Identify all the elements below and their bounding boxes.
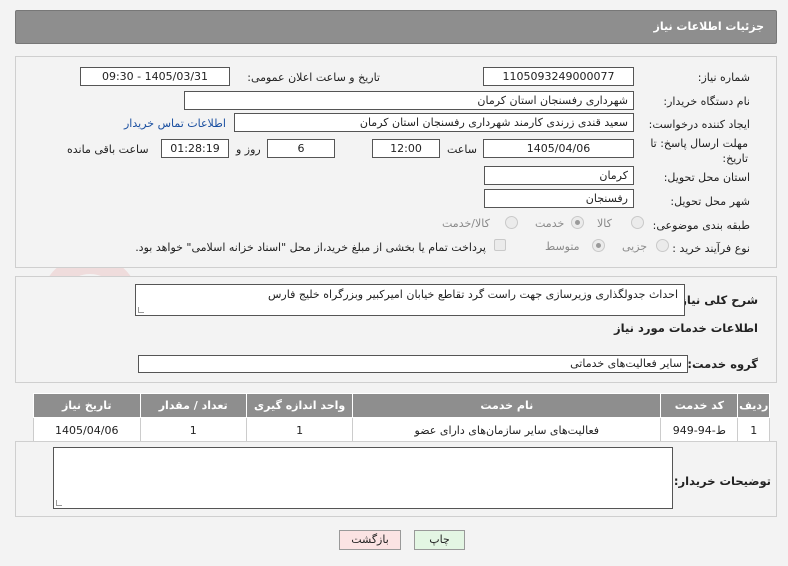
need-number-label: شماره نیاز: <box>697 71 750 84</box>
deadline-date-field: 1405/04/06 <box>483 139 634 158</box>
need-info-panel <box>15 56 777 268</box>
cell-service-name: فعالیت‌های سایر سازمان‌های دارای عضو <box>352 417 662 444</box>
services-section-title: اطلاعات خدمات مورد نیاز <box>614 321 758 335</box>
treasury-payment-note: پرداخت تمام یا بخشی از مبلغ خرید،از محل … <box>135 241 486 254</box>
category-radio-service[interactable] <box>571 216 584 229</box>
deadline-time-label: ساعت <box>447 143 477 156</box>
remaining-days-label: روز و <box>236 143 261 156</box>
city-label: شهر محل تحویل: <box>670 195 750 208</box>
col-unit: واحد اندازه گیری <box>245 393 354 418</box>
service-group-field: سایر فعالیت‌های خدماتی <box>138 355 688 373</box>
deadline-time-field: 12:00 <box>372 139 440 158</box>
cell-need-date: 1405/04/06 <box>33 417 141 444</box>
col-need-date: تاریخ نیاز <box>33 393 141 418</box>
creator-field: سعید قندی زرندی کارمند شهرداری رفسنجان ا… <box>234 113 634 132</box>
print-button[interactable]: چاپ <box>414 530 465 550</box>
col-service-name: نام خدمت <box>352 393 662 418</box>
buyer-notes-label: توضیحات خریدار: <box>673 474 771 488</box>
category-radio-goods[interactable] <box>631 216 644 229</box>
back-button[interactable]: بازگشت <box>339 530 401 550</box>
table-row: 1 ط-94-949 فعالیت‌های سایر سازمان‌های دا… <box>33 417 770 444</box>
page-title: جزئیات اطلاعات نیاز <box>653 20 765 33</box>
remaining-time-field: 01:28:19 <box>161 139 229 158</box>
deadline-date-label: تاریخ: <box>722 152 748 165</box>
creator-label: ایجاد کننده درخواست: <box>648 118 750 131</box>
cell-quantity: 1 <box>139 417 247 444</box>
deadline-label: مهلت ارسال پاسخ: تا <box>650 137 748 150</box>
announce-datetime-field: 1405/03/31 - 09:30 <box>80 67 230 86</box>
city-field: رفسنجان <box>484 189 634 208</box>
need-number-field: 1105093249000077 <box>483 67 634 86</box>
announce-datetime-label: تاریخ و ساعت اعلان عمومی: <box>247 71 380 84</box>
category-option-service: خدمت <box>535 217 565 230</box>
remaining-time-label: ساعت باقی مانده <box>67 143 149 156</box>
category-option-goods-service: کالا/خدمت <box>442 217 490 230</box>
buyer-contact-link[interactable]: اطلاعات تماس خریدار <box>124 117 226 130</box>
page-header: جزئیات اطلاعات نیاز <box>15 10 777 44</box>
table-header-row: ردیف کد خدمت نام خدمت واحد اندازه گیری ت… <box>33 393 770 418</box>
service-group-label: گروه خدمت: <box>687 357 758 371</box>
cell-unit: 1 <box>245 417 354 444</box>
description-label: شرح کلی نیاز: <box>675 293 758 307</box>
description-text: احداث جدولگذاری وزیرسازی جهت راست گرد تق… <box>268 288 678 301</box>
category-option-goods: کالا <box>597 217 612 230</box>
process-type-label: نوع فرآیند خرید : <box>672 242 750 255</box>
treasury-payment-checkbox[interactable] <box>494 239 506 251</box>
buyer-org-field: شهرداری رفسنجان استان کرمان <box>184 91 634 110</box>
province-label: استان محل تحویل: <box>663 171 750 184</box>
process-radio-minor[interactable] <box>656 239 669 252</box>
category-radio-goods-service[interactable] <box>505 216 518 229</box>
col-quantity: تعداد / مقدار <box>139 393 247 418</box>
cell-row-number: 1 <box>737 417 770 444</box>
category-label: طبقه بندی موضوعی: <box>652 219 750 232</box>
province-field: کرمان <box>484 166 634 185</box>
process-option-medium: متوسط <box>545 240 580 253</box>
cell-service-code: ط-94-949 <box>660 417 739 444</box>
remaining-days-field: 6 <box>267 139 335 158</box>
col-service-code: کد خدمت <box>660 393 739 418</box>
buyer-notes-textarea[interactable] <box>53 447 673 509</box>
process-option-minor: جزیی <box>622 240 648 253</box>
resize-handle-icon[interactable] <box>138 307 144 313</box>
resize-handle-icon[interactable] <box>56 500 62 506</box>
services-table: ردیف کد خدمت نام خدمت واحد اندازه گیری ت… <box>33 393 770 444</box>
buyer-org-label: نام دستگاه خریدار: <box>663 95 750 108</box>
col-row-number: ردیف <box>737 393 770 418</box>
process-radio-medium[interactable] <box>592 239 605 252</box>
description-textarea: احداث جدولگذاری وزیرسازی جهت راست گرد تق… <box>135 284 685 316</box>
